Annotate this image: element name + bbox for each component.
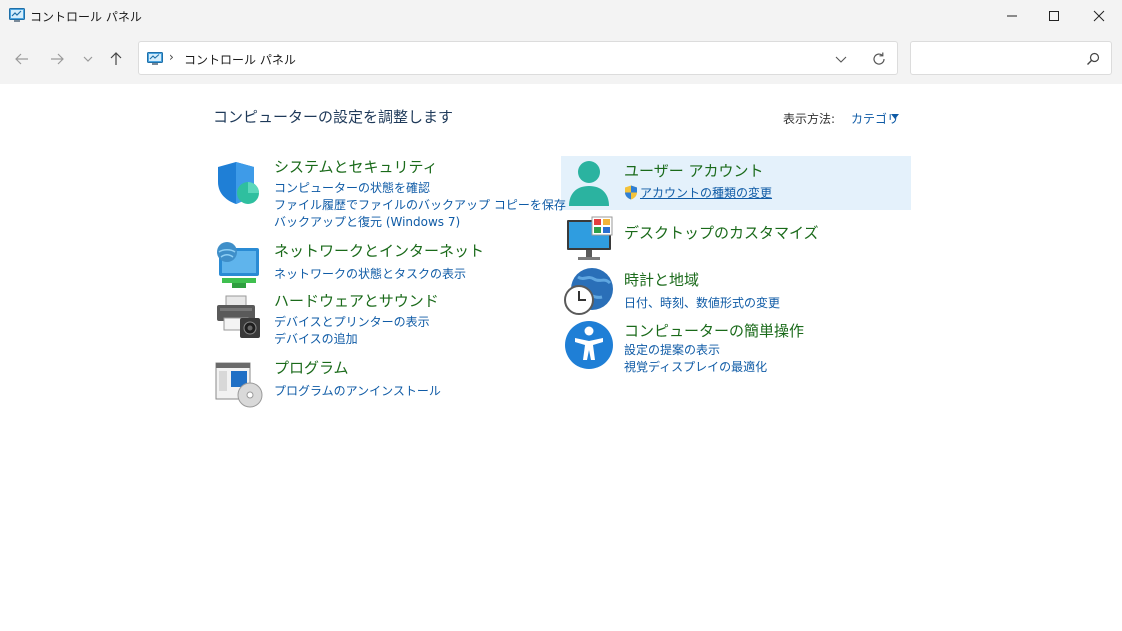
- link-change-account-type[interactable]: アカウントの種類の変更: [640, 184, 772, 201]
- category-system-security: システムとセキュリティ コンピューターの状態を確認 ファイル履歴でファイルのバッ…: [214, 156, 566, 230]
- caret-down-icon[interactable]: [891, 114, 899, 120]
- maximize-button[interactable]: [1031, 0, 1077, 32]
- category-title-programs[interactable]: プログラム: [274, 357, 349, 378]
- arrow-right-icon: [51, 53, 64, 65]
- category-ease-of-access: コンピューターの簡単操作 設定の提案の表示 視覚ディスプレイの最適化: [564, 320, 904, 375]
- category-clock-region: 時計と地域 日付、時刻、数値形式の変更: [564, 267, 904, 317]
- maximize-icon: [1049, 11, 1059, 21]
- window-title: コントロール パネル: [30, 10, 142, 24]
- category-desktop-customization: デスクトップのカスタマイズ: [564, 216, 904, 262]
- control-panel-icon: [147, 52, 163, 65]
- close-button[interactable]: [1076, 0, 1122, 32]
- user-icon[interactable]: [564, 159, 614, 209]
- back-button[interactable]: [10, 47, 34, 71]
- link-devices-printers[interactable]: デバイスとプリンターの表示: [274, 313, 430, 330]
- category-title-network-internet[interactable]: ネットワークとインターネット: [274, 240, 484, 261]
- control-panel-icon: [9, 8, 25, 22]
- link-optimize-display[interactable]: 視覚ディスプレイの最適化: [624, 358, 767, 375]
- accessibility-icon[interactable]: [564, 320, 614, 370]
- desktop-icon[interactable]: [564, 216, 614, 266]
- shield-icon[interactable]: [214, 158, 264, 208]
- address-dropdown-icon[interactable]: [833, 51, 849, 67]
- forward-button[interactable]: [45, 47, 69, 71]
- minimize-icon: [1007, 15, 1017, 17]
- category-user-accounts: ユーザー アカウント アカウントの種類の変更: [564, 159, 904, 209]
- category-title-clock-region[interactable]: 時計と地域: [624, 269, 699, 290]
- link-date-time-format[interactable]: 日付、時刻、数値形式の変更: [624, 294, 780, 311]
- category-hardware-sound: ハードウェアとサウンド デバイスとプリンターの表示 デバイスの追加: [214, 292, 534, 347]
- main-content: コンピューターの設定を調整します 表示方法: カテゴリ システムとセキュリティ …: [0, 84, 1122, 631]
- search-input[interactable]: [910, 41, 1112, 75]
- minimize-button[interactable]: [989, 0, 1035, 32]
- refresh-icon[interactable]: [870, 50, 888, 68]
- link-uninstall-program[interactable]: プログラムのアンインストール: [274, 382, 441, 399]
- page-title: コンピューターの設定を調整します: [213, 108, 454, 126]
- printer-icon[interactable]: [214, 292, 264, 342]
- category-title-ease-of-access[interactable]: コンピューターの簡単操作: [624, 320, 804, 341]
- arrow-up-icon: [110, 52, 122, 65]
- up-button[interactable]: [104, 47, 128, 71]
- link-add-device[interactable]: デバイスの追加: [274, 330, 358, 347]
- search-icon[interactable]: [1085, 51, 1101, 67]
- category-title-user-accounts[interactable]: ユーザー アカウント: [624, 160, 763, 181]
- link-backup-restore[interactable]: バックアップと復元 (Windows 7): [274, 213, 460, 230]
- link-network-status[interactable]: ネットワークの状態とタスクの表示: [274, 265, 466, 282]
- network-icon[interactable]: [214, 242, 264, 292]
- arrow-left-icon: [15, 53, 28, 65]
- recent-locations-button[interactable]: [76, 47, 100, 71]
- category-programs: プログラム プログラムのアンインストール: [214, 359, 534, 409]
- close-icon: [1093, 10, 1105, 22]
- category-title-desktop-customization[interactable]: デスクトップのカスタマイズ: [624, 222, 819, 243]
- view-by-label: 表示方法:: [783, 112, 836, 126]
- title-bar: コントロール パネル: [0, 0, 1122, 32]
- link-check-status[interactable]: コンピューターの状態を確認: [274, 179, 430, 196]
- clock-globe-icon[interactable]: [564, 267, 614, 317]
- chevron-down-icon: [83, 56, 93, 62]
- breadcrumb-separator[interactable]: ›: [169, 50, 174, 64]
- programs-icon[interactable]: [214, 359, 264, 409]
- category-title-system-security[interactable]: システムとセキュリティ: [274, 156, 438, 177]
- category-network-internet: ネットワークとインターネット ネットワークの状態とタスクの表示: [214, 242, 534, 292]
- breadcrumb-separator[interactable]: ›: [277, 50, 282, 64]
- link-recommended-settings[interactable]: 設定の提案の表示: [624, 341, 720, 358]
- category-title-hardware-sound[interactable]: ハードウェアとサウンド: [274, 290, 439, 311]
- link-file-history[interactable]: ファイル履歴でファイルのバックアップ コピーを保存: [274, 196, 566, 213]
- uac-shield-icon: [625, 185, 637, 200]
- address-bar[interactable]: › コントロール パネル ›: [138, 41, 898, 75]
- navigation-bar: › コントロール パネル ›: [0, 32, 1122, 84]
